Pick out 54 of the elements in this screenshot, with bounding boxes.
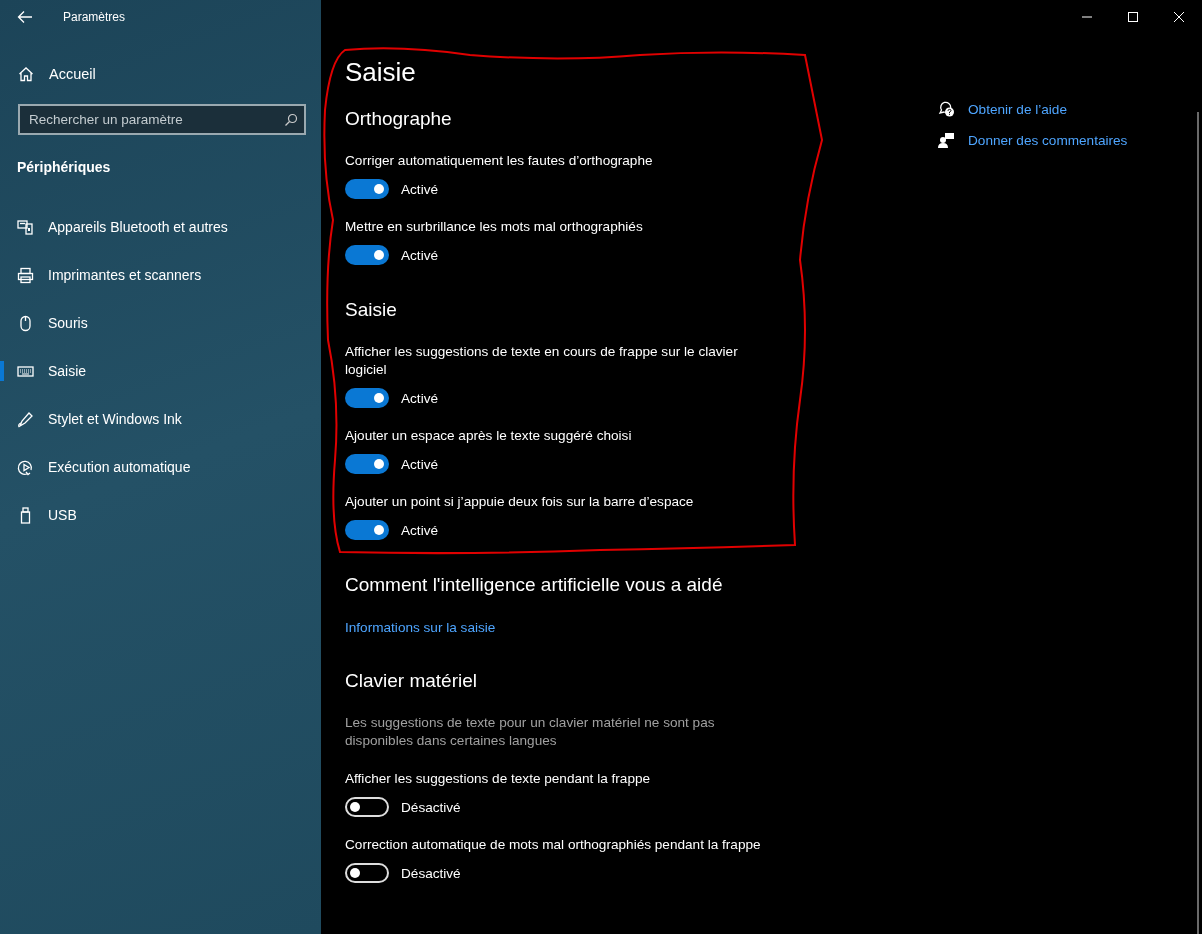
home-icon [18, 66, 34, 82]
close-icon [1174, 12, 1184, 22]
toggle-switch[interactable] [345, 245, 389, 265]
home-item[interactable]: Accueil [0, 54, 321, 94]
sidebar-item[interactable]: Saisie [0, 347, 321, 395]
sidebar-item[interactable]: Appareils Bluetooth et autres [0, 203, 321, 251]
search-icon [284, 113, 298, 127]
sidebar-item[interactable]: Stylet et Windows Ink [0, 395, 321, 443]
setting-label: Corriger automatiquement les fautes d’orthographe [345, 152, 654, 170]
maximize-icon [1128, 12, 1138, 22]
toggle-state: Désactivé [401, 865, 461, 881]
toggle-switch[interactable] [345, 520, 389, 540]
setting-label: Correction automatique de mots mal orthographiés pendant la frappe [345, 836, 762, 854]
category-heading: Périphériques [17, 159, 112, 177]
toggle-switch[interactable] [345, 454, 389, 474]
toggle-state: Activé [401, 390, 439, 406]
window-title: Paramètres [63, 10, 126, 24]
description-text: Les suggestions de texte pour un clavier matériel ne sont pas disponibles dans certaines langues [345, 714, 716, 750]
back-arrow-icon [17, 10, 33, 24]
person-message-icon [938, 131, 955, 149]
toggle-switch[interactable] [345, 179, 389, 199]
search-field[interactable]: Rechercher un paramètre [18, 104, 306, 135]
link[interactable]: Informations sur la saisie [345, 620, 496, 635]
help-link[interactable]: Donner des commentaires [938, 129, 1138, 151]
play-circle-icon [17, 458, 34, 476]
pen-icon [17, 410, 34, 428]
toggle-switch[interactable] [345, 863, 389, 883]
section-heading: Clavier matériel [345, 669, 478, 693]
devices-icon [17, 218, 34, 236]
setting-label: Afficher les suggestions de texte pendant la frappe [345, 770, 652, 788]
page-title: Saisie [345, 56, 417, 89]
section-heading: Orthographe [345, 107, 453, 131]
toggle-switch[interactable] [345, 797, 389, 817]
sidebar-item[interactable]: USB [0, 491, 321, 539]
section-heading: Comment l'intelligence artificielle vous a aidé [345, 573, 724, 597]
toggle-state: Activé [401, 456, 439, 472]
toggle-switch[interactable] [345, 388, 389, 408]
sidebar-item[interactable]: Imprimantes et scanners [0, 251, 321, 299]
setting-label: Mettre en surbrillance les mots mal orthographiés [345, 218, 644, 236]
sidebar-item[interactable]: Exécution automatique [0, 443, 321, 491]
setting-label: Ajouter un espace après le texte suggéré choisi [345, 427, 633, 445]
toggle-state: Activé [401, 181, 439, 197]
sidebar-item[interactable]: Souris [0, 299, 321, 347]
section-heading: Saisie [345, 298, 398, 322]
help-link[interactable]: Obtenir de l’aide [938, 98, 1138, 120]
setting-label: Afficher les suggestions de texte en cours de frappe sur le clavier logiciel [345, 343, 739, 379]
mouse-icon [17, 314, 34, 332]
scrollbar[interactable] [1197, 112, 1199, 934]
toggle-state: Activé [401, 247, 439, 263]
toggle-state: Activé [401, 522, 439, 538]
chat-question-icon [938, 100, 955, 118]
printer-icon [17, 266, 34, 284]
setting-label: Ajouter un point si j’appuie deux fois sur la barre d’espace [345, 493, 695, 511]
toggle-state: Désactivé [401, 799, 461, 815]
